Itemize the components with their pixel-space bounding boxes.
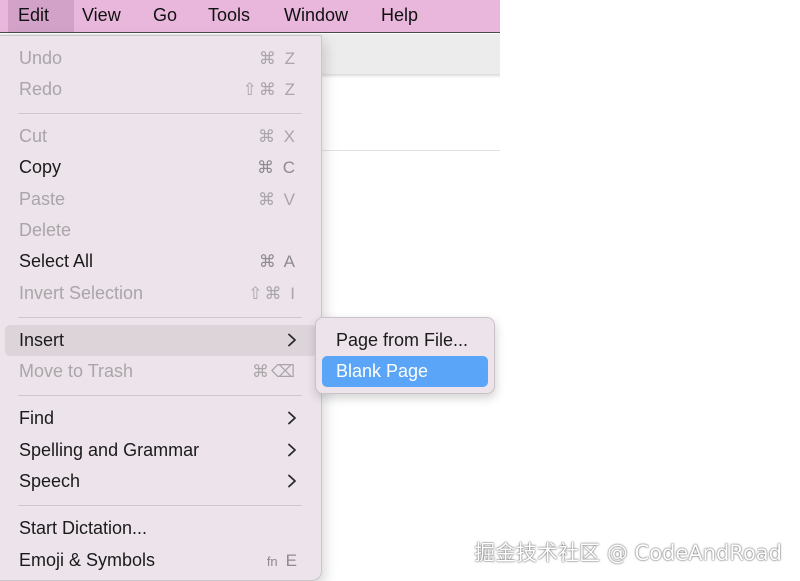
insert-submenu: Page from File... Blank Page <box>315 317 495 394</box>
menu-item-speech[interactable]: Speech <box>5 466 317 497</box>
menu-item-cut[interactable]: Cut ⌘ X <box>5 121 317 152</box>
menubar-edit[interactable]: Edit <box>8 0 74 32</box>
menubar-view[interactable]: View <box>72 0 131 32</box>
menu-item-start-dictation[interactable]: Start Dictation... <box>5 513 317 544</box>
chevron-right-icon <box>288 333 296 347</box>
menubar-help[interactable]: Help <box>371 0 428 32</box>
menu-item-label: Emoji & Symbols <box>19 550 156 570</box>
menu-item-move-to-trash[interactable]: Move to Trash ⌘⌫ <box>5 356 317 387</box>
menu-item-delete[interactable]: Delete <box>5 215 317 246</box>
menu-item-select-all[interactable]: Select All ⌘ A <box>5 246 317 277</box>
menu-item-label: Redo <box>19 79 63 99</box>
menu-item-redo[interactable]: Redo ⇧⌘ Z <box>5 74 317 105</box>
submenu-item-label: Page from File... <box>336 330 469 350</box>
menu-item-insert[interactable]: Insert <box>5 325 317 356</box>
menu-item-shortcut: ⌘ C <box>257 158 297 177</box>
edit-menu: Undo ⌘ Z Redo ⇧⌘ Z Cut ⌘ X Copy ⌘ C Past… <box>0 35 322 581</box>
menubar-tools[interactable]: Tools <box>198 0 260 32</box>
menu-separator <box>18 113 302 114</box>
menu-item-shortcut: ⌘ A <box>258 252 297 271</box>
menu-item-spelling-and-grammar[interactable]: Spelling and Grammar <box>5 435 317 466</box>
menu-item-label: Move to Trash <box>19 361 134 381</box>
menu-item-shortcut: ⌘ Z <box>258 49 297 68</box>
menu-item-label: Delete <box>19 220 72 240</box>
menubar-window[interactable]: Window <box>274 0 358 32</box>
chevron-right-icon <box>288 474 296 488</box>
menu-item-label: Find <box>19 408 55 428</box>
menu-item-label: Copy <box>19 157 62 177</box>
menu-item-label: Undo <box>19 48 63 68</box>
menu-separator <box>18 317 302 318</box>
menu-item-copy[interactable]: Copy ⌘ C <box>5 152 317 183</box>
app-divider <box>320 150 500 151</box>
menu-item-emoji-and-symbols[interactable]: Emoji & Symbols fn E <box>5 545 317 576</box>
menu-item-label: Invert Selection <box>19 283 144 303</box>
watermark: 掘金技术社区 @ CodeAndRoad <box>474 541 782 565</box>
menu-item-shortcut: ⌘⌫ <box>251 362 297 381</box>
menu-separator <box>18 505 302 506</box>
screenshot-stage: Edit View Go Tools Window Help Undo ⌘ Z … <box>0 0 800 581</box>
menu-item-label: Paste <box>19 189 66 209</box>
menu-item-label: Select All <box>19 251 94 271</box>
menu-item-shortcut: ⌘ X <box>257 127 297 146</box>
submenu-item-label: Blank Page <box>336 361 429 381</box>
chevron-right-icon <box>288 411 296 425</box>
menu-item-paste[interactable]: Paste ⌘ V <box>5 184 317 215</box>
menu-bar: Edit View Go Tools Window Help <box>0 0 500 33</box>
menu-separator <box>18 395 302 396</box>
submenu-item-page-from-file[interactable]: Page from File... <box>322 325 488 356</box>
submenu-item-blank-page[interactable]: Blank Page <box>322 356 488 387</box>
menu-item-shortcut: fn E <box>267 545 297 577</box>
menu-item-find[interactable]: Find <box>5 403 317 434</box>
menu-item-label: Insert <box>19 330 65 350</box>
menu-item-label: Spelling and Grammar <box>19 440 200 460</box>
menu-item-shortcut: ⇧⌘ Z <box>242 80 297 99</box>
fn-key-label: fn <box>266 554 278 569</box>
menubar-go[interactable]: Go <box>143 0 187 32</box>
menu-item-invert-selection[interactable]: Invert Selection ⇧⌘ I <box>5 278 317 309</box>
menu-item-label: Cut <box>19 126 48 146</box>
key-label: E <box>285 551 297 570</box>
menu-item-label: Speech <box>19 471 81 491</box>
menu-item-label: Start Dictation... <box>19 518 148 538</box>
menu-item-shortcut: ⌘ V <box>257 190 297 209</box>
menu-item-undo[interactable]: Undo ⌘ Z <box>5 43 317 74</box>
chevron-right-icon <box>288 443 296 457</box>
menu-item-shortcut: ⇧⌘ I <box>248 284 297 303</box>
